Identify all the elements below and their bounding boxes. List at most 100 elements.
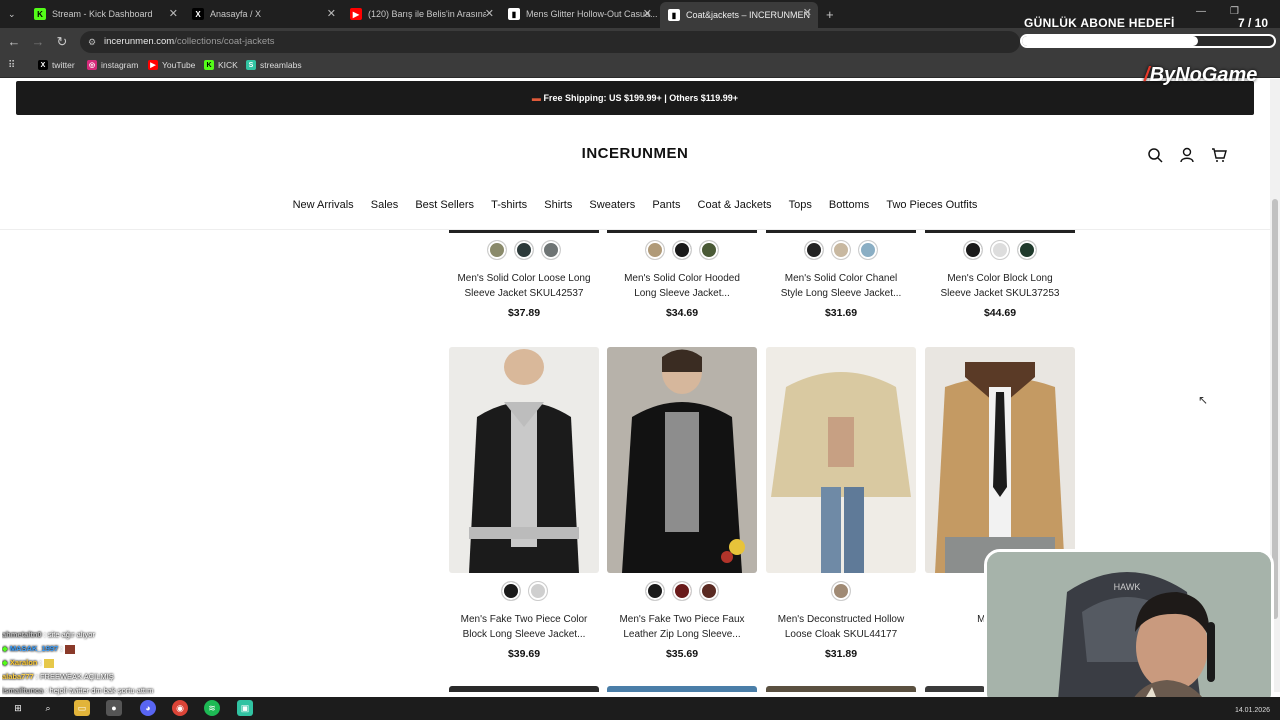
chat-user: ahmetaltn0 bbox=[2, 630, 42, 639]
chat-message: ◆ MASAK_1997 : bbox=[2, 642, 202, 656]
leather-jacket-image[interactable] bbox=[607, 347, 757, 573]
bookmark-label: instagram bbox=[101, 60, 139, 70]
account-icon[interactable] bbox=[1179, 147, 1195, 163]
color-swatch[interactable] bbox=[699, 581, 719, 601]
product-price: $44.69 bbox=[983, 307, 1017, 319]
bookmark-twitter[interactable]: Xtwitter bbox=[38, 60, 75, 70]
cart-icon[interactable] bbox=[1211, 147, 1227, 163]
product-image-partial[interactable] bbox=[449, 686, 599, 692]
taskbar-date: 14.01.2026 bbox=[1234, 707, 1270, 714]
close-tab-icon[interactable]: ✕ bbox=[485, 7, 494, 20]
chrome-icon[interactable]: ◉ bbox=[172, 700, 188, 716]
product-card[interactable]: Men's Fake Two Piece Color Block Long Sle… bbox=[449, 79, 599, 660]
forward-icon[interactable]: → bbox=[30, 34, 46, 50]
search-icon[interactable] bbox=[1147, 147, 1163, 163]
close-tab-icon[interactable]: ✕ bbox=[327, 7, 336, 20]
page-icon: ▮ bbox=[668, 9, 680, 21]
tab-x-home[interactable]: X Anasayfa / X ✕ bbox=[184, 3, 342, 25]
tab-coat-jackets[interactable]: ▮ Coat&jackets – INCERUNMEN ✕ bbox=[660, 2, 818, 28]
emote-icon bbox=[43, 658, 54, 668]
close-tab-icon[interactable]: ✕ bbox=[643, 7, 652, 20]
url-path: /collections/coat-jackets bbox=[174, 36, 275, 47]
mouse-cursor-icon: ↖ bbox=[1198, 393, 1209, 407]
minimize-icon[interactable]: — bbox=[1196, 6, 1206, 17]
chat-text: : hejoli twitter dm bak şortu attım bbox=[45, 686, 154, 695]
tab-title: Coat&jackets – INCERUNMEN bbox=[686, 10, 811, 20]
chat-user: Xaralon bbox=[9, 658, 38, 667]
bookmark-instagram[interactable]: ◎ instagram bbox=[87, 60, 138, 70]
scroll-thumb[interactable] bbox=[1272, 199, 1278, 619]
product-card[interactable]: Men's Deconstructed Hollow Loose Cloak SK… bbox=[766, 79, 916, 660]
product-title[interactable]: Men's Fake Two Piece Faux Leather Zip Lon… bbox=[607, 612, 757, 642]
close-tab-icon[interactable]: ✕ bbox=[803, 6, 812, 19]
product-title[interactable]: Men's Deconstructed Hollow Loose Cloak SK… bbox=[766, 612, 916, 642]
page-icon: ▮ bbox=[508, 8, 520, 20]
tab-mens-glitter[interactable]: ▮ Mens Glitter Hollow-Out Casua... ✕ bbox=[500, 3, 658, 25]
product-card[interactable]: Men's Fake Two Piece Faux Leather Zip Lon… bbox=[607, 79, 757, 660]
apps-icon[interactable]: ⠿ bbox=[8, 60, 15, 71]
goal-title: GÜNLÜK ABONE HEDEFİ bbox=[1024, 16, 1175, 30]
streamlabs-icon[interactable]: ▣ bbox=[237, 700, 253, 716]
bookmarks-bar: ⠿ Xtwitter ◎ instagram ▶ YouTube K KICK Sst… bbox=[0, 56, 1280, 78]
badge-icon: ◆ bbox=[2, 644, 8, 653]
app-icon[interactable]: ● bbox=[106, 700, 122, 716]
youtube-icon: ▶ bbox=[350, 8, 362, 20]
color-swatches bbox=[766, 581, 916, 601]
product-title-line: Leather Zip Long Sleeve... bbox=[623, 629, 741, 640]
tab-title: Mens Glitter Hollow-Out Casua... bbox=[526, 9, 658, 19]
color-swatch[interactable] bbox=[672, 581, 692, 601]
os-taskbar: ⊞ ⌕ ▭ ● ◕ ◉ ≋ ▣ 14.01.2026 bbox=[0, 697, 1280, 720]
chat-overlay: ahmetaltn0 : site ağır alıyor ◆ MASAK_19… bbox=[2, 628, 202, 698]
bookmark-youtube[interactable]: ▶ YouTube bbox=[148, 60, 195, 70]
chat-text: : FREEWEAK AÇILMIŞ bbox=[35, 672, 114, 681]
chat-message: ismailtunca : hejoli twitter dm bak şort… bbox=[2, 684, 202, 698]
product-price: $31.89 bbox=[824, 648, 858, 660]
url-host: incerunmen.com bbox=[104, 36, 175, 47]
black-jacket-image[interactable] bbox=[449, 347, 599, 573]
bookmark-streamlabs[interactable]: Sstreamlabs bbox=[246, 60, 302, 70]
color-swatch[interactable] bbox=[527, 581, 548, 601]
tab-youtube[interactable]: ▶ (120) Barış ile Belis'in Arasına G... … bbox=[342, 3, 500, 25]
url-bar[interactable]: ⚙ incerunmen.com/collections/coat-jacket… bbox=[80, 31, 1020, 53]
tab-title: Stream - Kick Dashboard bbox=[52, 9, 153, 19]
tab-kick-dashboard[interactable]: K Stream - Kick Dashboard ✕ bbox=[26, 3, 184, 25]
color-swatch[interactable] bbox=[831, 581, 851, 601]
nav-new-arrivals[interactable]: New Arrivals bbox=[293, 199, 354, 211]
product-title-line: Men's Deconstructed Hollow bbox=[777, 614, 905, 625]
chat-text: : site ağır alıyor bbox=[43, 630, 95, 639]
beige-cloak-image[interactable] bbox=[766, 347, 916, 573]
reload-icon[interactable]: ↻ bbox=[54, 34, 70, 50]
goal-progress-bar bbox=[1020, 34, 1276, 48]
tab-search-button[interactable]: ⌄ bbox=[0, 3, 22, 25]
product-image-partial[interactable] bbox=[925, 686, 985, 692]
chat-user: alaba777 bbox=[2, 672, 34, 681]
windows-start-icon[interactable]: ⊞ bbox=[10, 700, 26, 716]
product-title[interactable]: Men's Fake Two Piece Color Block Long Sle… bbox=[449, 612, 599, 642]
close-tab-icon[interactable]: ✕ bbox=[169, 7, 178, 20]
nav-sales[interactable]: Sales bbox=[371, 199, 399, 211]
new-tab-button[interactable]: + bbox=[818, 3, 840, 25]
product-price: $31.69 bbox=[824, 307, 858, 319]
back-icon[interactable]: ← bbox=[6, 34, 22, 50]
site-info-icon[interactable]: ⚙ bbox=[88, 31, 96, 53]
product-card[interactable]: Men's SoliLong S bbox=[925, 79, 1075, 640]
product-price: $37.89 bbox=[507, 307, 541, 319]
spotify-icon[interactable]: ≋ bbox=[204, 700, 220, 716]
goal-progress-fill bbox=[1022, 36, 1199, 46]
bookmark-kick[interactable]: K KICK bbox=[204, 60, 238, 70]
search-icon[interactable]: ⌕ bbox=[40, 700, 56, 716]
tan-jacket-image[interactable] bbox=[925, 347, 1075, 573]
color-swatches bbox=[449, 581, 599, 601]
product-image-partial[interactable] bbox=[607, 686, 757, 692]
file-explorer-icon[interactable]: ▭ bbox=[74, 700, 90, 716]
chat-message: ahmetaltn0 : site ağır alıyor bbox=[2, 628, 202, 642]
discord-icon[interactable]: ◕ bbox=[140, 700, 156, 716]
x-icon: X bbox=[38, 60, 48, 70]
color-swatches bbox=[607, 581, 757, 601]
product-price: $35.69 bbox=[665, 648, 699, 660]
youtube-icon: ▶ bbox=[148, 60, 158, 70]
chat-message: ◆ Xaralon : bbox=[2, 656, 202, 670]
color-swatch[interactable] bbox=[645, 581, 665, 601]
product-image-partial[interactable] bbox=[766, 686, 916, 692]
color-swatch[interactable] bbox=[500, 581, 521, 601]
